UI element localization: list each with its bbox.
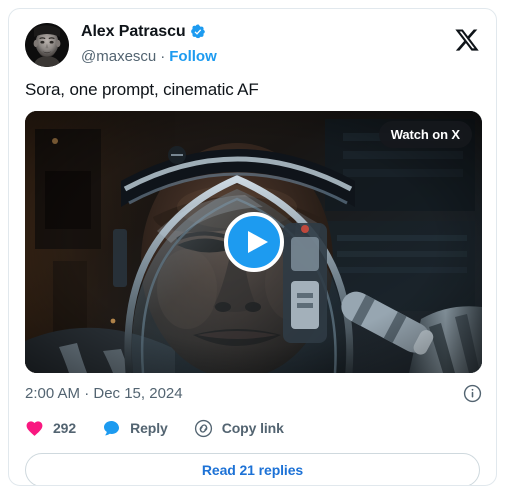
- play-triangle-icon: [247, 231, 268, 253]
- heart-icon: [25, 419, 44, 438]
- tweet-timestamp: 2:00 AM · Dec 15, 2024: [25, 385, 183, 402]
- like-action[interactable]: 292: [25, 419, 76, 438]
- embedded-tweet-card: Alex Patrascu @maxescu · Follow Sora, on…: [8, 8, 497, 486]
- reply-action[interactable]: Reply: [102, 419, 168, 438]
- copy-link-label: Copy link: [221, 420, 284, 436]
- copy-link-action[interactable]: Copy link: [194, 419, 284, 438]
- link-icon: [194, 419, 213, 438]
- author-display-name[interactable]: Alex Patrascu: [81, 23, 186, 41]
- video-thumbnail[interactable]: Watch on X: [25, 111, 482, 373]
- avatar-image: [25, 23, 69, 67]
- verified-badge-icon: [190, 24, 206, 40]
- like-count: 292: [53, 420, 77, 436]
- read-replies-label: Read 21 replies: [201, 462, 304, 478]
- info-circle-icon[interactable]: [463, 384, 482, 403]
- watch-on-x-badge[interactable]: Watch on X: [378, 121, 472, 148]
- author-name-block: Alex Patrascu @maxescu · Follow: [81, 21, 217, 67]
- handle-separator: ·: [160, 47, 166, 65]
- tweet-actions-row: 292 Reply Copy link: [25, 415, 284, 441]
- tweet-text: Sora, one prompt, cinematic AF: [25, 80, 259, 99]
- x-logo-icon[interactable]: [454, 27, 480, 53]
- tweet-meta-row: 2:00 AM · Dec 15, 2024: [25, 383, 482, 405]
- display-name-row: Alex Patrascu: [81, 21, 217, 43]
- reply-icon: [102, 419, 121, 438]
- author-handle[interactable]: @maxescu: [81, 48, 156, 65]
- tweet-header: Alex Patrascu @maxescu · Follow: [25, 19, 482, 67]
- handle-row: @maxescu · Follow: [81, 45, 217, 67]
- play-button[interactable]: [223, 212, 284, 272]
- follow-link[interactable]: Follow: [169, 48, 217, 65]
- read-replies-button[interactable]: Read 21 replies: [25, 453, 480, 485]
- avatar[interactable]: [25, 23, 69, 67]
- reply-label: Reply: [130, 420, 168, 436]
